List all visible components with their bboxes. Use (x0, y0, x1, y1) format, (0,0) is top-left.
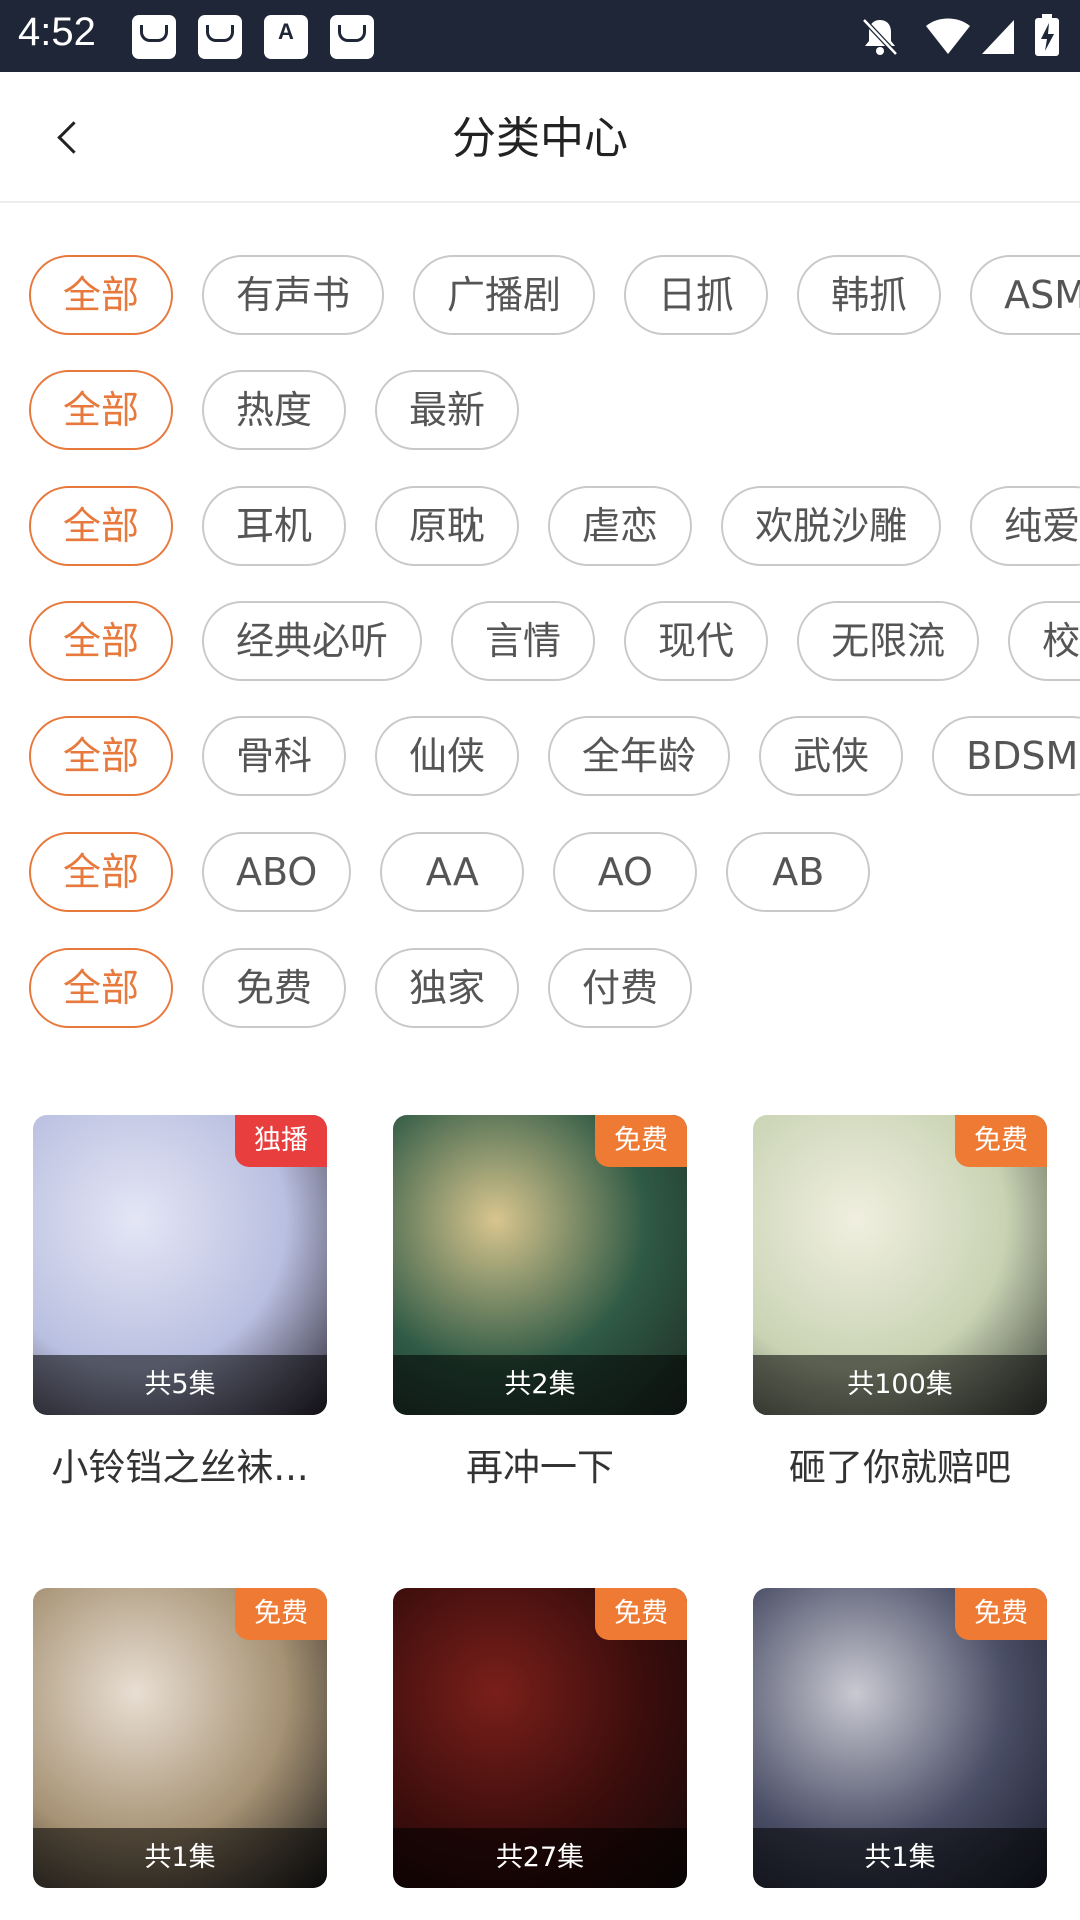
filter-chip[interactable]: 经典必听 (202, 601, 423, 681)
filter-row: 全部 热度 最新 (29, 370, 548, 450)
page-title: 分类中心 (452, 113, 628, 164)
translate-notification-icon: A (264, 15, 308, 59)
episode-count: 共1集 (753, 1828, 1047, 1888)
book-card[interactable]: 独播共5集小铃铛之丝袜... (33, 1115, 327, 1491)
cellular-signal-icon (982, 20, 1014, 54)
filter-chip[interactable]: 全部 (29, 948, 174, 1028)
filter-row: 全部 免费 独家 付费 (29, 948, 721, 1028)
notification-icon (330, 15, 374, 59)
wifi-icon (926, 18, 970, 54)
filter-chip[interactable]: 全部 (29, 370, 174, 450)
notification-icon (132, 15, 176, 59)
filter-chip[interactable]: 全部 (29, 716, 174, 796)
book-badge: 免费 (955, 1588, 1047, 1640)
book-badge: 免费 (235, 1588, 327, 1640)
filter-row: 全部 耳机 原耽 虐恋 欢脱沙雕 纯爱 (29, 486, 1080, 566)
filter-chip[interactable]: 日抓 (624, 255, 769, 335)
filter-chip[interactable]: 骨科 (202, 716, 347, 796)
book-cover[interactable]: 免费共1集 (753, 1588, 1047, 1888)
filter-chip[interactable]: 全部 (29, 601, 174, 681)
filter-chip[interactable]: 耳机 (202, 486, 347, 566)
book-cover[interactable]: 免费共100集 (753, 1115, 1047, 1415)
filter-chip[interactable]: 韩抓 (797, 255, 942, 335)
book-badge: 免费 (955, 1115, 1047, 1167)
filter-row: 全部 ABO AA AO AB (29, 832, 899, 912)
book-card[interactable]: 免费共27集 (393, 1588, 687, 1910)
category-filters: 全部有声书广播剧日抓韩抓ASMR全部热度最新全部耳机原耽虐恋欢脱沙雕纯爱全部经典… (0, 203, 1080, 1063)
book-badge: 独播 (235, 1115, 327, 1167)
episode-count: 共1集 (33, 1828, 327, 1888)
filter-chip[interactable]: 付费 (548, 948, 693, 1028)
filter-chip[interactable]: ASMR (970, 255, 1080, 335)
filter-chip[interactable]: BDSM (932, 716, 1080, 796)
filter-chip[interactable]: 有声书 (202, 255, 385, 335)
episode-count: 共27集 (393, 1828, 687, 1888)
filter-chip[interactable]: 全部 (29, 255, 174, 335)
episode-count: 共2集 (393, 1355, 687, 1415)
filter-row: 全部 骨科 仙侠 全年龄 武侠 BDSM (29, 716, 1080, 796)
episode-count: 共100集 (753, 1355, 1047, 1415)
filter-chip[interactable]: 言情 (451, 601, 596, 681)
filter-chip[interactable]: 免费 (202, 948, 347, 1028)
filter-chip[interactable]: AO (553, 832, 698, 912)
book-cover[interactable]: 免费共1集 (33, 1588, 327, 1888)
filter-chip[interactable]: 广播剧 (413, 255, 596, 335)
filter-chip[interactable]: 虐恋 (548, 486, 693, 566)
filter-chip[interactable]: 全年龄 (548, 716, 731, 796)
filter-chip[interactable]: AB (726, 832, 871, 912)
filter-chip[interactable]: 校园 (1008, 601, 1080, 681)
filter-chip[interactable]: AA (380, 832, 525, 912)
filter-chip[interactable]: 欢脱沙雕 (721, 486, 942, 566)
book-cover[interactable]: 独播共5集 (33, 1115, 327, 1415)
filter-chip[interactable]: 原耽 (375, 486, 520, 566)
filter-chip[interactable]: 武侠 (759, 716, 904, 796)
filter-chip[interactable]: 独家 (375, 948, 520, 1028)
book-badge: 免费 (595, 1115, 687, 1167)
filter-row: 全部有声书广播剧日抓韩抓 ASMR (29, 255, 1080, 335)
status-time: 4:52 (18, 10, 96, 54)
book-card[interactable]: 免费共1集 (753, 1588, 1047, 1910)
book-card[interactable]: 免费共1集 (33, 1588, 327, 1910)
episode-count: 共5集 (33, 1355, 327, 1415)
filter-chip[interactable]: 仙侠 (375, 716, 520, 796)
book-card[interactable]: 免费共2集再冲一下 (393, 1115, 687, 1491)
filter-chip[interactable]: 最新 (375, 370, 520, 450)
book-title[interactable]: 再冲一下 (393, 1437, 687, 1491)
notification-icon (198, 15, 242, 59)
filter-chip[interactable]: 全部 (29, 486, 174, 566)
filter-chip[interactable]: 无限流 (797, 601, 980, 681)
book-badge: 免费 (595, 1588, 687, 1640)
book-cover[interactable]: 免费共2集 (393, 1115, 687, 1415)
book-title[interactable]: 砸了你就赔吧 (753, 1437, 1047, 1491)
book-card[interactable]: 免费共100集砸了你就赔吧 (753, 1115, 1047, 1491)
app-header: 分类中心 (0, 72, 1080, 203)
filter-chip[interactable]: 全部 (29, 832, 174, 912)
filter-row: 全部经典必听言情现代无限流校园 (29, 601, 1080, 681)
filter-chip[interactable]: 热度 (202, 370, 347, 450)
battery-charging-icon (1035, 14, 1059, 56)
filter-chip[interactable]: ABO (202, 832, 352, 912)
do-not-disturb-icon (862, 18, 898, 56)
status-bar: 4:52 A (0, 0, 1080, 72)
filter-chip[interactable]: 现代 (624, 601, 769, 681)
book-title[interactable]: 小铃铛之丝袜... (33, 1437, 327, 1491)
filter-chip[interactable]: 纯爱 (970, 486, 1080, 566)
book-cover[interactable]: 免费共27集 (393, 1588, 687, 1888)
